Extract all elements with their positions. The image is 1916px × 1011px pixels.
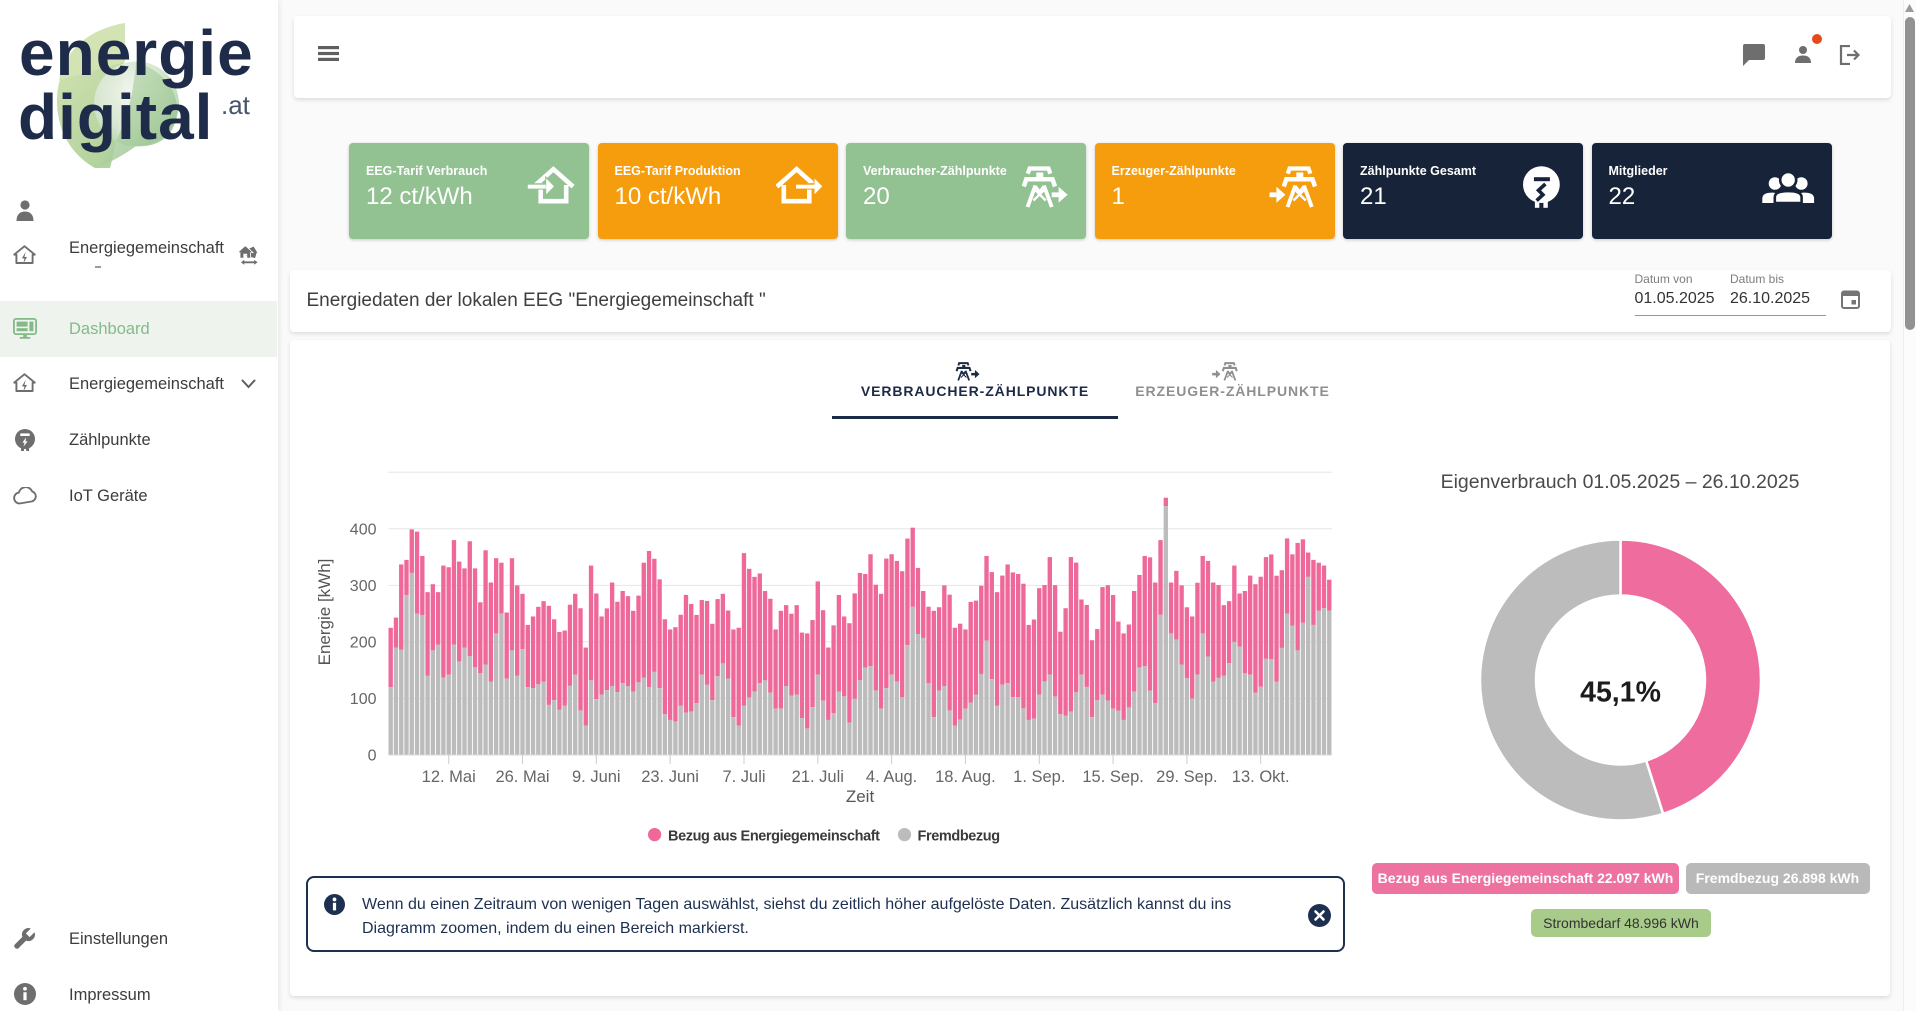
svg-text:18. Aug.: 18. Aug. (935, 768, 996, 786)
svg-text:26. Mai: 26. Mai (495, 768, 549, 786)
svg-text:7. Juli: 7. Juli (722, 768, 765, 786)
svg-text:15. Sep.: 15. Sep. (1082, 768, 1143, 786)
svg-text:300: 300 (350, 578, 377, 595)
svg-text:400: 400 (350, 521, 377, 538)
svg-text:23. Juni: 23. Juni (641, 768, 699, 786)
svg-text:12. Mai: 12. Mai (422, 768, 476, 786)
svg-text:9. Juni: 9. Juni (572, 768, 621, 786)
svg-text:Bezug aus Energiegemeinschaft: Bezug aus Energiegemeinschaft (668, 829, 880, 845)
svg-text:digital: digital (18, 81, 213, 153)
svg-text:Zeit: Zeit (846, 787, 875, 806)
svg-text:.at: .at (221, 90, 251, 120)
svg-text:21. Juli: 21. Juli (792, 768, 844, 786)
svg-text:45,1%: 45,1% (1580, 677, 1661, 709)
svg-text:Energie [kWh]: Energie [kWh] (315, 559, 334, 666)
svg-text:100: 100 (350, 691, 377, 708)
svg-text:4. Aug.: 4. Aug. (866, 768, 917, 786)
svg-text:13. Okt.: 13. Okt. (1232, 768, 1290, 786)
svg-text:energie: energie (19, 20, 254, 89)
svg-text:Fremdbezug: Fremdbezug (918, 829, 1000, 845)
svg-text:200: 200 (350, 634, 377, 651)
svg-text:1. Sep.: 1. Sep. (1013, 768, 1065, 786)
svg-text:0: 0 (368, 748, 377, 765)
svg-text:29. Sep.: 29. Sep. (1156, 768, 1217, 786)
